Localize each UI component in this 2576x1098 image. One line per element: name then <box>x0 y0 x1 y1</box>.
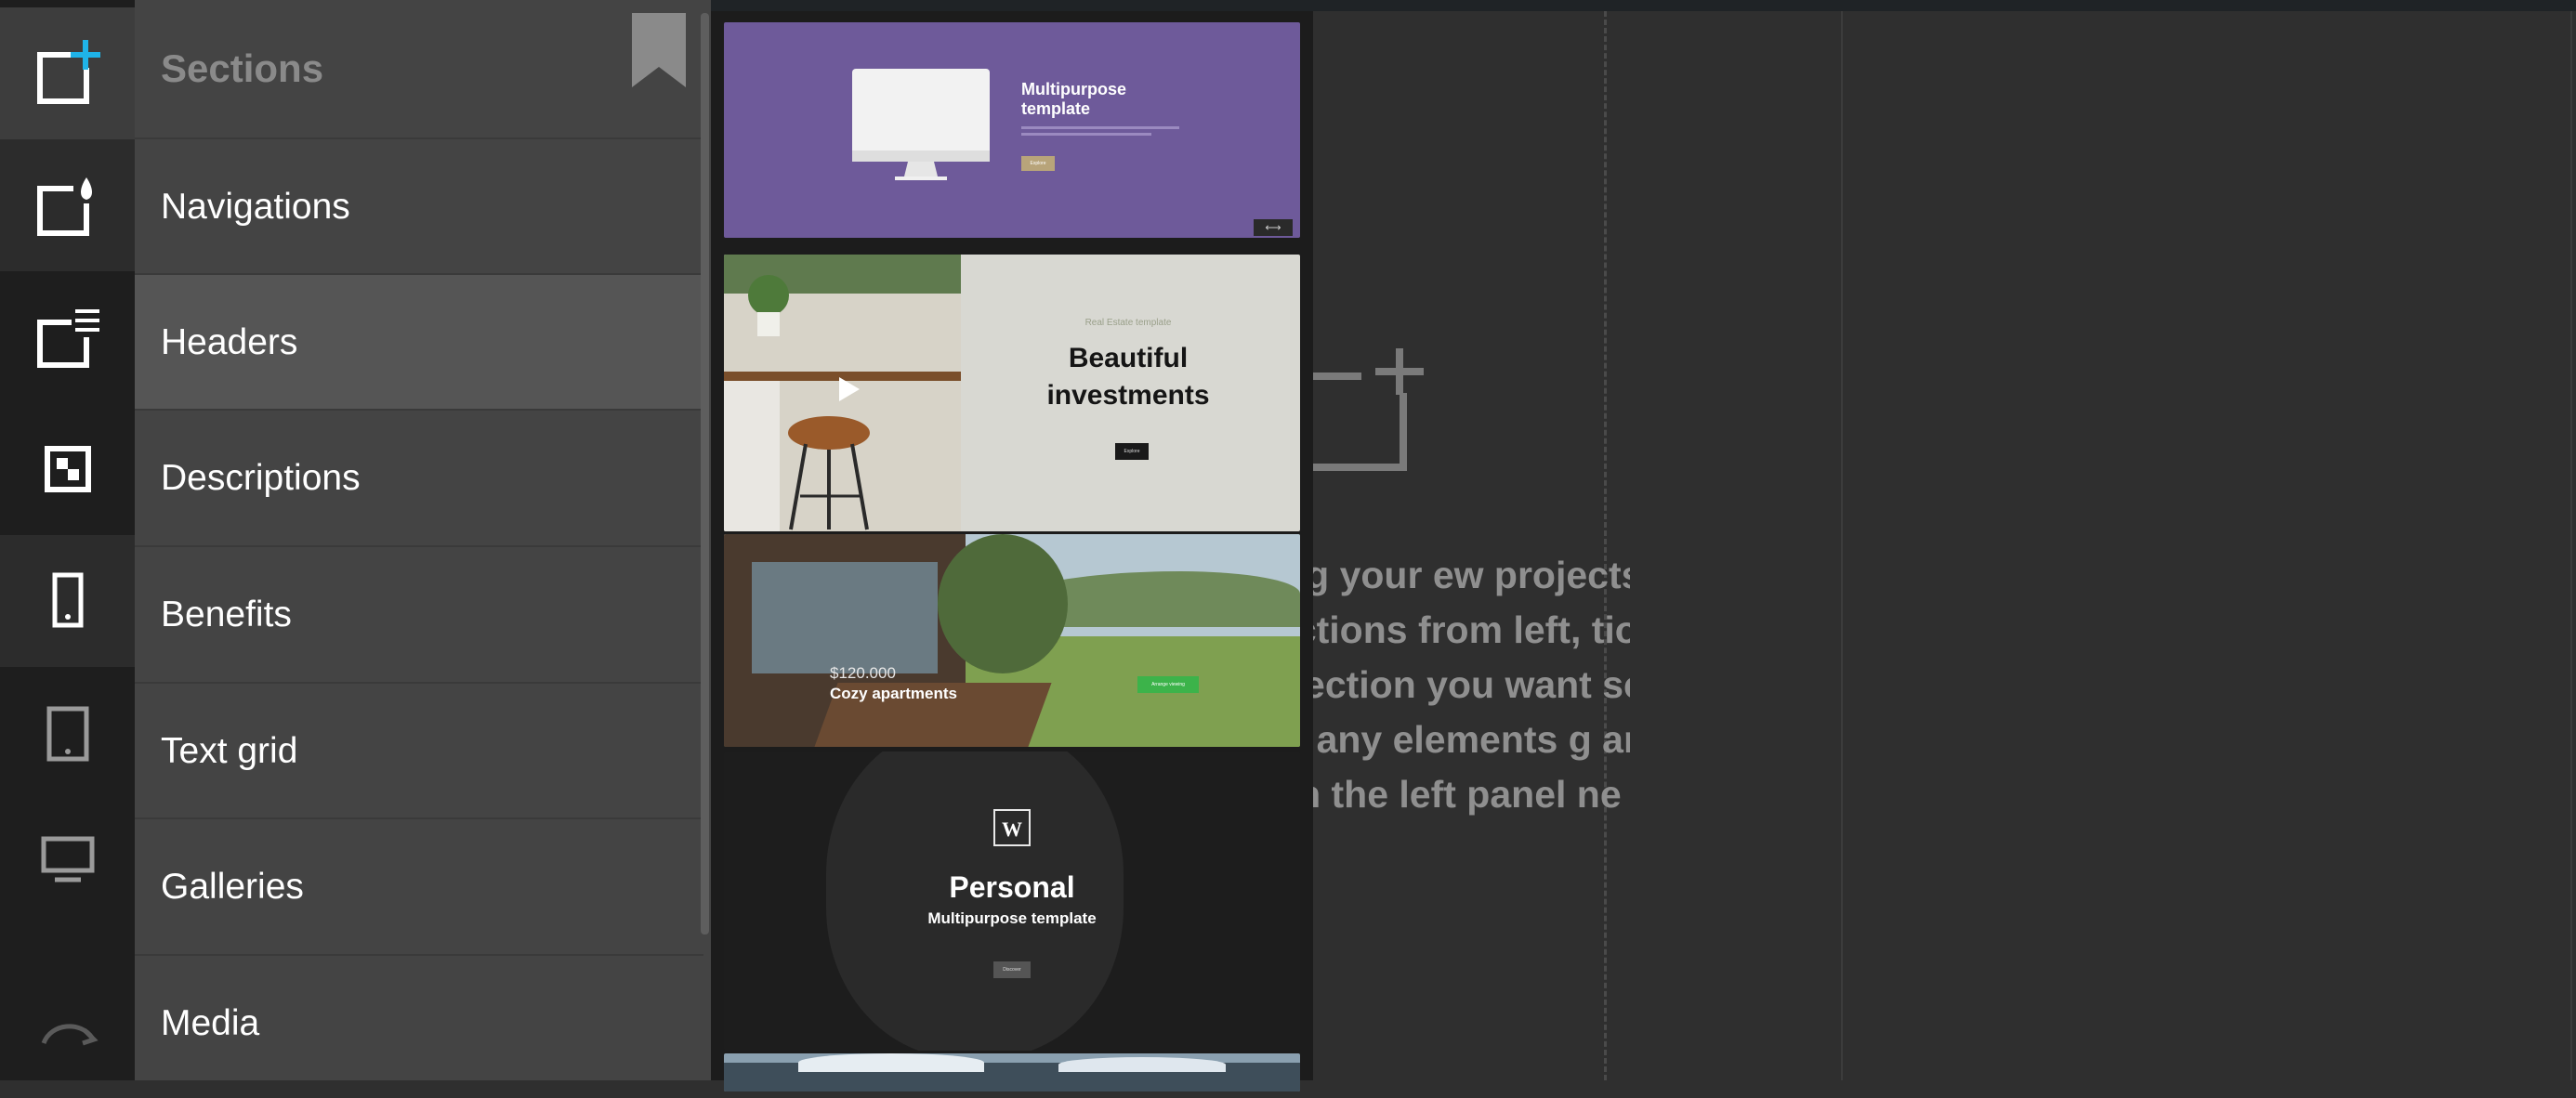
stool-image <box>788 416 870 530</box>
category-headers[interactable]: Headers <box>135 273 703 411</box>
template-button: Discover <box>993 961 1031 978</box>
theme-drop-icon <box>36 176 99 236</box>
template-thumbnail-multipurpose[interactable]: Multipurpose template Explore ⟷ <box>724 22 1300 238</box>
panel-title: Sections <box>161 46 324 90</box>
template-title-line2: template <box>1021 99 1091 118</box>
template-button: Explore <box>1115 443 1149 460</box>
hint-line-3: sction you want <box>1602 663 1630 706</box>
template-button: Arrange viewing <box>1137 676 1199 693</box>
canvas-guide-dashed <box>1604 11 1607 1080</box>
desktop-view-icon <box>41 836 94 882</box>
category-navigations[interactable]: Navigations <box>135 137 703 275</box>
desktop-view-button[interactable] <box>0 795 135 927</box>
category-label: Media <box>161 1003 260 1043</box>
pages-button[interactable] <box>0 271 135 403</box>
category-label: Text grid <box>161 731 298 771</box>
canvas-guide-right <box>2570 11 2572 1080</box>
hint-line-4: g any elements <box>1568 718 1630 761</box>
sections-panel: Sections Navigations Headers Description… <box>135 0 711 1080</box>
hint-line-2: tions from left, <box>1591 608 1630 651</box>
layers-icon <box>44 446 91 492</box>
category-label: Navigations <box>161 187 350 227</box>
tablet-view-icon <box>46 706 88 762</box>
category-descriptions[interactable]: Descriptions <box>135 409 703 546</box>
template-thumbnail-personal[interactable]: W Personal Multipurpose template Discove… <box>724 752 1300 1051</box>
page-list-icon <box>36 307 101 368</box>
template-title: Personal <box>949 870 1075 904</box>
category-text-grid[interactable]: Text grid <box>135 682 703 819</box>
redo-icon <box>41 1024 99 1046</box>
template-thumbnail-real-estate[interactable]: Real Estate template Beautiful investmen… <box>724 255 1300 531</box>
canvas-guide-solid <box>1841 11 1843 1080</box>
template-title-line1: Beautiful <box>1068 343 1189 373</box>
category-galleries[interactable]: Galleries <box>135 817 703 955</box>
add-section-icon <box>36 40 100 104</box>
templates-panel: Multipurpose template Explore ⟷ Real Est… <box>711 11 1313 1091</box>
theme-button[interactable] <box>0 139 135 271</box>
categories-scrollbar[interactable] <box>701 13 709 935</box>
template-title-line2: investments <box>1046 380 1210 411</box>
template-thumbnail-cozy-apartments[interactable]: $120.000 Cozy apartments Arrange viewing <box>724 534 1300 747</box>
tool-rail <box>0 0 135 1080</box>
template-button: Explore <box>1021 156 1055 171</box>
bookmark-icon[interactable] <box>632 13 686 87</box>
expand-icon[interactable]: ⟷ <box>1254 219 1293 236</box>
layers-button[interactable] <box>0 403 135 535</box>
add-section-large-icon <box>1310 348 1424 471</box>
tablet-view-button[interactable] <box>0 667 135 799</box>
template-price: $120.000 <box>830 664 896 682</box>
category-label: Galleries <box>161 867 304 907</box>
template-subtitle: Multipurpose template <box>927 909 1097 927</box>
monitor-image <box>852 69 990 180</box>
template-thumbnail-mountains[interactable] <box>724 1053 1300 1091</box>
play-icon[interactable] <box>835 375 861 403</box>
hint-line-1: ew projects <box>1432 554 1630 596</box>
template-title: Cozy apartments <box>830 685 957 702</box>
template-logo: W <box>993 809 1031 846</box>
category-media[interactable]: Media <box>135 954 703 1091</box>
category-label: Benefits <box>161 595 292 634</box>
plant-image <box>748 275 789 336</box>
category-label: Descriptions <box>161 458 361 498</box>
template-title-line1: Multipurpose <box>1021 80 1126 98</box>
add-section-button[interactable] <box>0 7 135 139</box>
hint-line-5: ne left panel <box>1576 773 1630 816</box>
redo-button[interactable] <box>0 966 135 1098</box>
mobile-view-button[interactable] <box>0 535 135 667</box>
canvas-hint: Start building your ew projects Add new … <box>1295 548 1630 822</box>
template-kicker: Real Estate template <box>1084 318 1172 328</box>
mobile-view-icon <box>52 572 83 628</box>
category-benefits[interactable]: Benefits <box>135 545 703 683</box>
editor-canvas[interactable] <box>1310 11 2576 1080</box>
category-label: Headers <box>161 322 298 362</box>
